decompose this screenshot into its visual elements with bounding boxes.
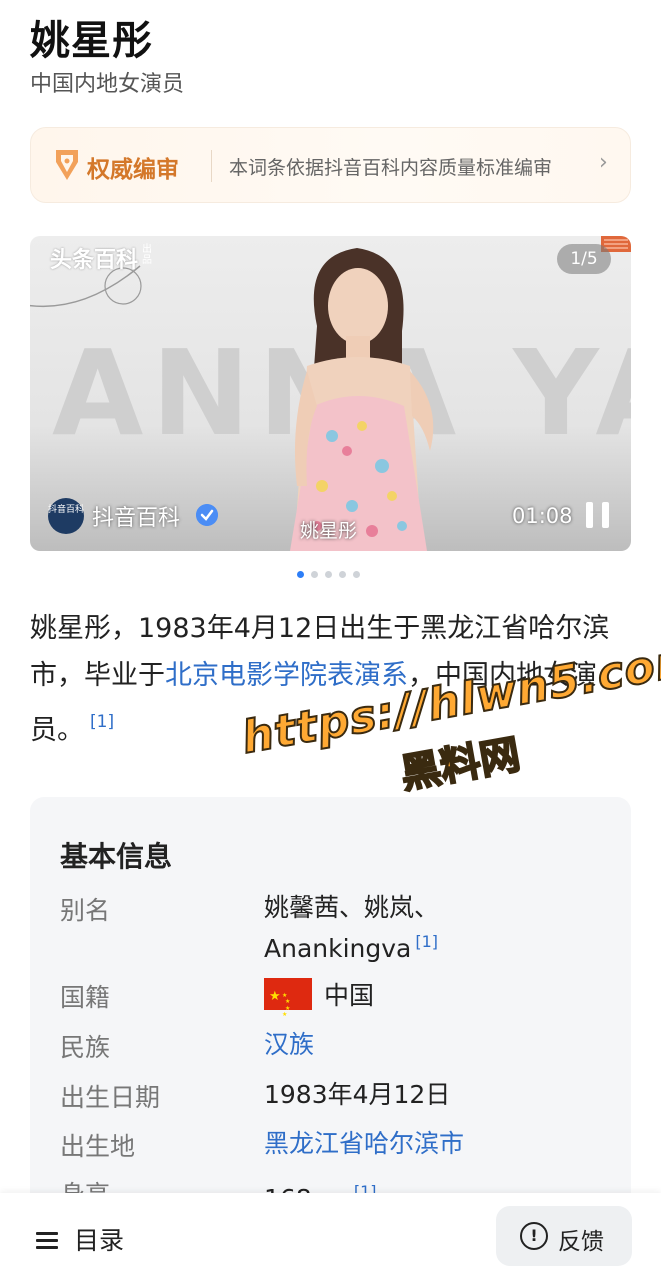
feedback-icon: ! bbox=[520, 1222, 548, 1250]
carousel-dots[interactable] bbox=[297, 571, 360, 579]
carousel-dot[interactable] bbox=[339, 571, 346, 578]
page: 姚星彤 中国内地女演员 权威编审 本词条依据抖音百科内容质量标准编审 › ANN… bbox=[0, 0, 661, 1280]
carousel-dot[interactable] bbox=[325, 571, 332, 578]
nationality-value: 中国 bbox=[324, 981, 375, 1010]
info-value: 姚馨茜、姚岚、 Anankingva [1] bbox=[264, 891, 439, 966]
authority-badge: 权威编审 bbox=[87, 157, 179, 183]
china-flag-icon: ★ ★ ★ ★ ★ bbox=[264, 978, 312, 1018]
alias-line2: Anankingva bbox=[264, 934, 412, 963]
info-key: 别名 bbox=[60, 896, 111, 925]
channel-avatar: 抖音百科 bbox=[48, 498, 84, 534]
alias-line1: 姚馨茜、姚岚、 bbox=[264, 893, 440, 922]
toc-label: 目录 bbox=[74, 1226, 125, 1255]
menu-icon bbox=[36, 1232, 58, 1250]
carousel-dot[interactable] bbox=[297, 571, 304, 578]
authority-card[interactable]: 权威编审 本词条依据抖音百科内容质量标准编审 › bbox=[30, 127, 631, 203]
feedback-button[interactable]: ! 反馈 bbox=[496, 1206, 632, 1266]
brand-sub: 出品 bbox=[142, 244, 152, 266]
info-key: 出生日期 bbox=[60, 1083, 161, 1112]
feedback-label: 反馈 bbox=[558, 1229, 604, 1255]
info-key: 民族 bbox=[60, 1033, 111, 1062]
media-caption: 姚星彤 bbox=[300, 520, 358, 542]
carousel-dot[interactable] bbox=[311, 571, 318, 578]
brand-logo: 头条百科 bbox=[50, 248, 139, 273]
page-title: 姚星彤 bbox=[30, 18, 153, 64]
media-carousel[interactable]: ANNA YAO 头条百科 出品 1/5 姚星彤 抖音百科 抖音百科 bbox=[30, 236, 631, 551]
channel-name[interactable]: 抖音百科 bbox=[92, 500, 180, 532]
info-key: 出生地 bbox=[60, 1132, 136, 1161]
chevron-right-icon: › bbox=[599, 150, 608, 175]
video-time: 01:08 bbox=[512, 504, 573, 528]
info-title: 基本信息 bbox=[60, 840, 173, 873]
info-key: 国籍 bbox=[60, 983, 111, 1012]
carousel-dot[interactable] bbox=[353, 571, 360, 578]
reference-link[interactable]: [1] bbox=[415, 932, 438, 951]
divider bbox=[211, 150, 212, 182]
slide-counter: 1/5 bbox=[557, 244, 611, 274]
info-value: ★ ★ ★ ★ ★ 中国 bbox=[264, 978, 375, 1018]
info-value: 1983年4月12日 bbox=[264, 1080, 451, 1109]
pen-nib-icon bbox=[56, 150, 78, 180]
person-photo bbox=[290, 248, 434, 551]
pause-icon[interactable] bbox=[586, 502, 610, 528]
bottom-bar: 目录 ! 反馈 bbox=[0, 1193, 661, 1280]
reference-link[interactable]: [1] bbox=[90, 712, 114, 732]
ethnicity-link[interactable]: 汉族 bbox=[264, 1028, 314, 1062]
verified-icon bbox=[196, 504, 218, 526]
birthplace-link[interactable]: 黑龙江省哈尔滨市 bbox=[264, 1127, 464, 1161]
authority-text: 本词条依据抖音百科内容质量标准编审 bbox=[229, 157, 553, 179]
toc-button[interactable]: 目录 bbox=[36, 1221, 124, 1257]
page-subtitle: 中国内地女演员 bbox=[30, 72, 185, 97]
